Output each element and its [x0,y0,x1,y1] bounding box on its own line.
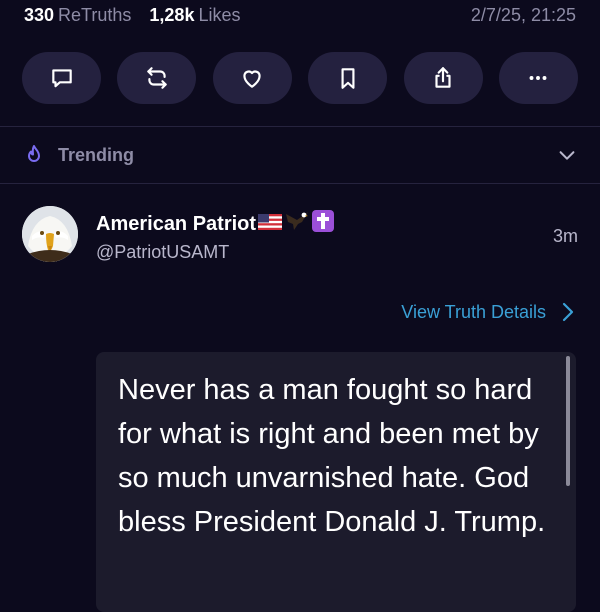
chevron-right-icon [562,302,574,322]
heart-icon [243,70,261,88]
divider [0,126,600,127]
quoted-post-card[interactable]: Never has a man fought so hard for what … [96,352,576,612]
action-bar [22,52,578,104]
retruths-stat[interactable]: 330 ReTruths [24,5,131,26]
chevron-down-icon [559,151,575,160]
bookmark-icon [341,68,355,89]
retruths-count: 330 [24,4,55,25]
likes-count: 1,28k [149,4,195,25]
view-truth-details-label: View Truth Details [401,301,546,322]
reply-button[interactable] [22,52,101,104]
author-display-name: American Patriot [96,212,257,235]
view-truth-details-link[interactable]: View Truth Details [401,300,578,324]
relative-time: 3m [552,226,578,246]
reply-icon [51,69,72,88]
retruth-button[interactable] [117,52,197,104]
avatar[interactable] [22,206,78,262]
likes-label: Likes [198,4,241,25]
author-name-row[interactable]: American Patriot [96,210,335,238]
retruths-label: ReTruths [58,4,132,25]
trending-label: Trending [58,144,134,165]
us-flag-icon [258,213,283,236]
eagle-icon [284,210,310,238]
likes-stat[interactable]: 1,28k Likes [149,5,240,26]
post-stats: 330 ReTruths 1,28k Likes 2/7/25, 21:25 [24,0,576,30]
cross-icon [312,210,335,238]
scrollbar[interactable] [566,356,570,486]
bookmark-button[interactable] [308,52,388,104]
more-button[interactable] [498,52,578,104]
author-header: American Patriot @PatriotUSAMT 3m [22,206,578,266]
trending-toggle[interactable]: Trending [22,132,578,178]
eagle-avatar-icon [22,206,78,262]
author-handle[interactable]: @PatriotUSAMT [96,242,229,263]
flame-icon [28,145,40,162]
like-button[interactable] [212,52,292,104]
share-icon [435,67,451,88]
quoted-post-text: Never has a man fought so hard for what … [118,374,546,538]
share-button[interactable] [403,52,483,104]
post-timestamp: 2/7/25, 21:25 [470,4,576,25]
retruth-icon [147,67,167,89]
divider [0,183,600,184]
more-icon [530,76,547,80]
